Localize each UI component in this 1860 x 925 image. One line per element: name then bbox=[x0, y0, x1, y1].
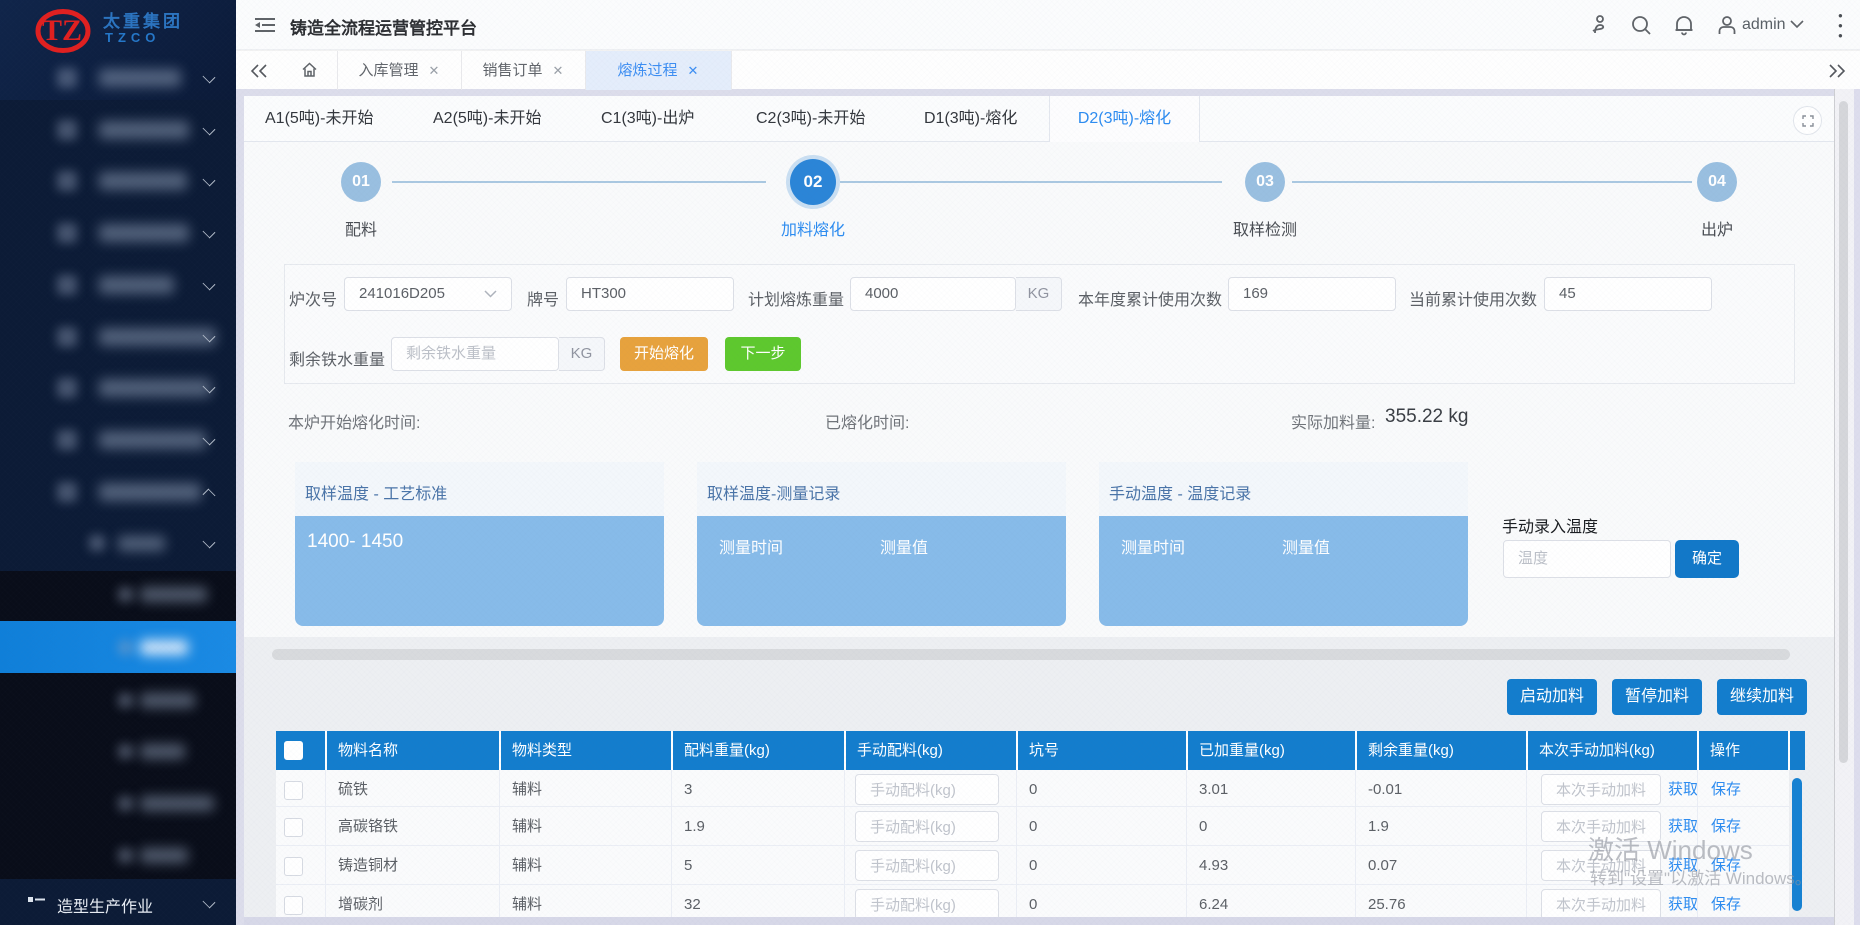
svg-text:TZ: TZ bbox=[42, 14, 82, 47]
